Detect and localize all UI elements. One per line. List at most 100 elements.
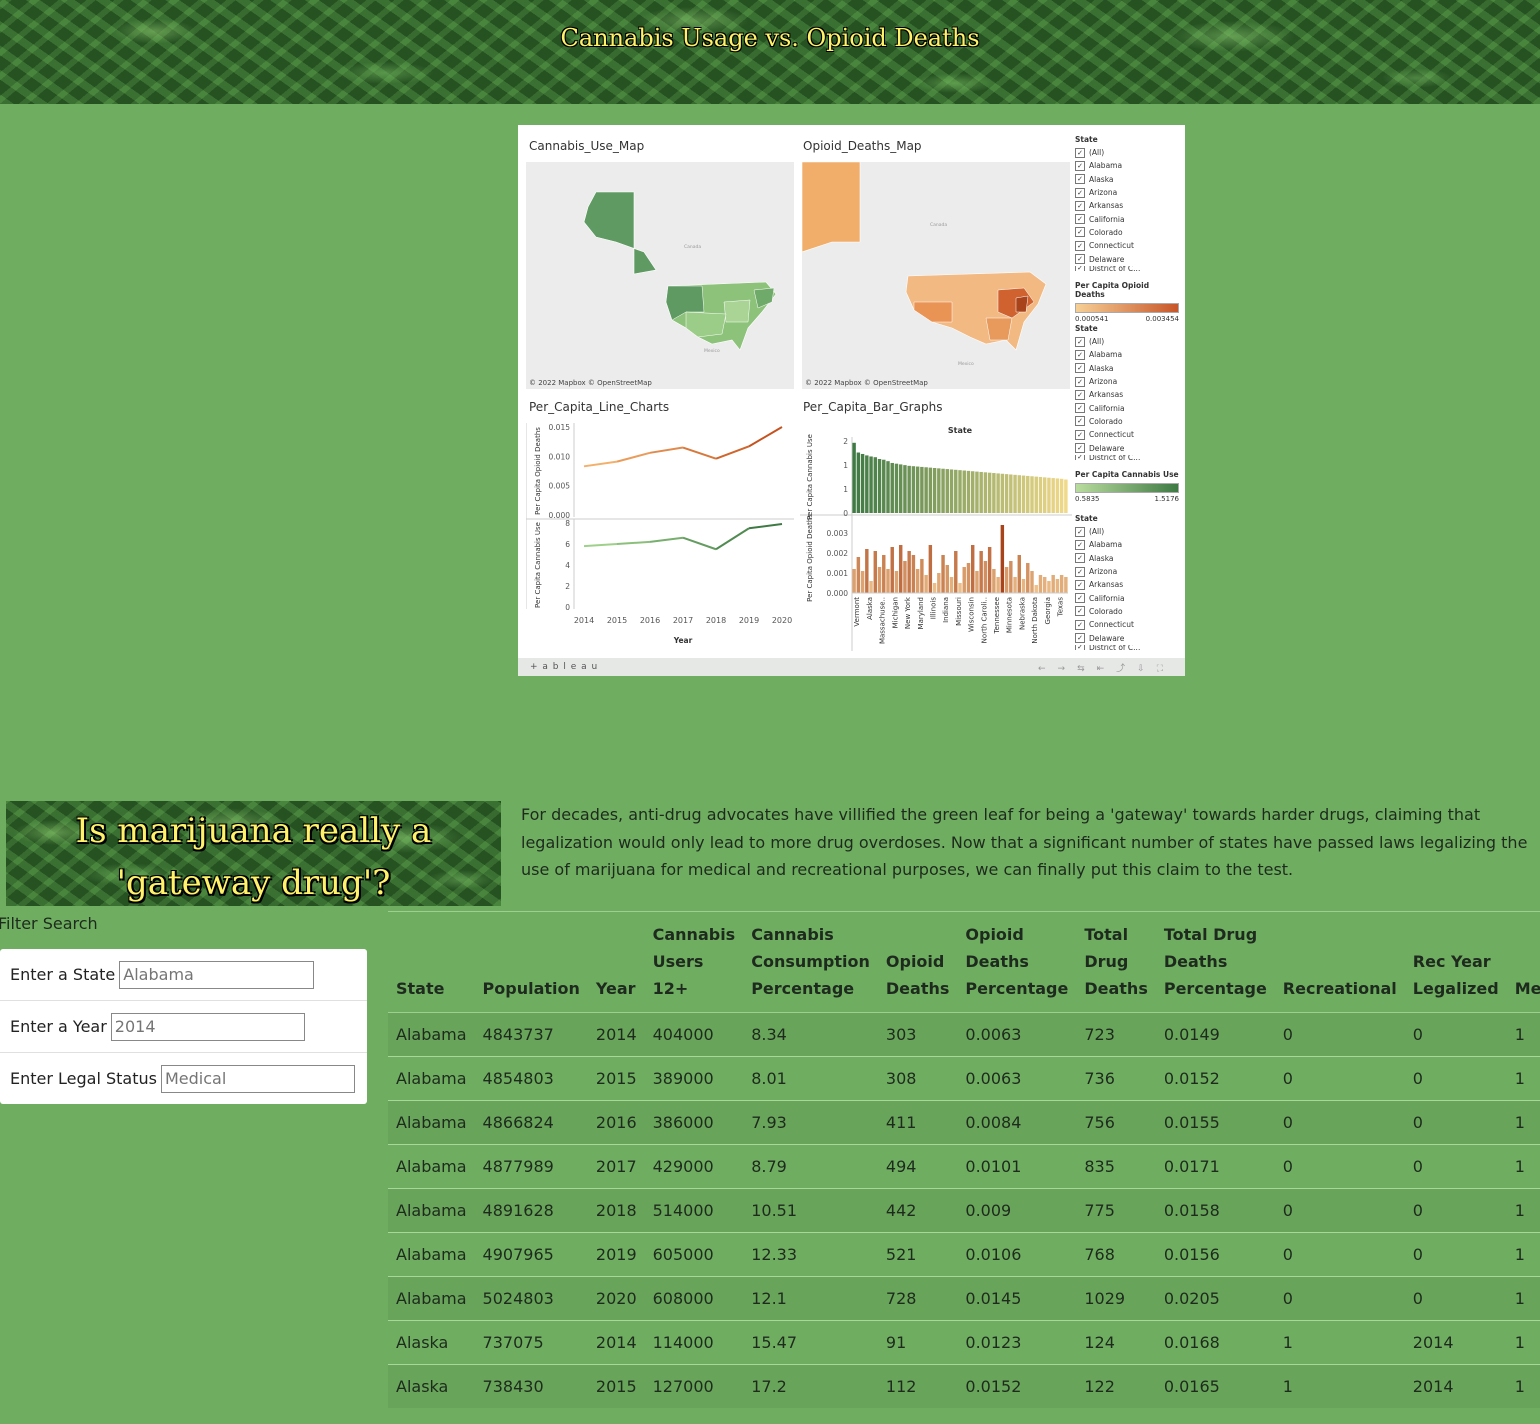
checkbox-icon[interactable]: ✓ (1075, 539, 1085, 550)
state-filter-options[interactable]: ✓ (All) ✓ Alabama ✓ Alaska ✓ Arizona ✓ Arkansas ✓ C… (1075, 335, 1179, 460)
column-header[interactable]: Total Drug Deaths Percentage (1155, 911, 1275, 1013)
state-filter-option[interactable]: ✓ District of C... (1075, 644, 1179, 650)
state-filter-option[interactable]: ✓ Colorado (1075, 415, 1179, 428)
state-filter-option[interactable]: ✓ Alaska (1075, 362, 1179, 375)
opioid-deaths-map[interactable]: Canada Mexico © 2022 Mapbox © OpenStreet… (802, 162, 1070, 389)
checkbox-icon[interactable]: ✓ (1075, 416, 1085, 427)
state-filter-option[interactable]: ✓ Delaware (1075, 252, 1179, 265)
tableau-dashboard[interactable]: Cannabis_Use_Map Opioid_Deaths_Map Canad… (518, 125, 1185, 676)
state-filter-option[interactable]: ✓ California (1075, 401, 1179, 414)
table-cell: Alabama (388, 1012, 475, 1057)
per-capita-line-charts[interactable]: 0.0000.0050.0100.015Per Capita Opioid De… (526, 421, 796, 651)
column-header[interactable]: State (388, 911, 475, 1013)
checkbox-icon[interactable]: ✓ (1075, 526, 1085, 537)
state-filter-2[interactable]: State ✓ (All) ✓ Alabama ✓ Alaska ✓ Arizona ✓ Arka… (1075, 324, 1179, 503)
checkbox-icon[interactable]: ✓ (1075, 349, 1085, 360)
state-filter-option[interactable]: ✓ (All) (1075, 525, 1179, 538)
state-filter-option[interactable]: ✓ Delaware (1075, 631, 1179, 644)
per-capita-bar-graphs[interactable]: State 0 1 1 2 Per Capita Cannabis Use 0.000 0.0… (800, 421, 1072, 653)
data-table-container[interactable]: State Population Year Cannabis Users 12+ Canna… (388, 911, 1540, 1424)
state-filter-option[interactable]: ✓ Colorado (1075, 605, 1179, 618)
state-filter-option[interactable]: ✓ (All) (1075, 335, 1179, 348)
checkbox-icon[interactable]: ✓ (1075, 160, 1085, 171)
table-row[interactable]: Alabama 4866824 2016 386000 7.93 411 0.0084 756… (388, 1100, 1540, 1145)
checkbox-icon[interactable]: ✓ (1075, 336, 1085, 347)
column-header[interactable]: Total Drug Deaths (1076, 911, 1156, 1013)
cannabis-use-map[interactable]: Canada Mexico © 2022 Mapbox © OpenStreet… (526, 162, 794, 389)
state-filter-option[interactable]: ✓ Arkansas (1075, 578, 1179, 591)
state-filter-option[interactable]: ✓ Alaska (1075, 173, 1179, 186)
state-filter-option[interactable]: ✓ California (1075, 591, 1179, 604)
state-filter-option[interactable]: ✓ Alabama (1075, 538, 1179, 551)
checkbox-icon[interactable]: ✓ (1075, 227, 1085, 238)
checkbox-icon[interactable]: ✓ (1075, 376, 1085, 387)
state-filter-option[interactable]: ✓ Delaware (1075, 441, 1179, 454)
checkbox-icon[interactable]: ✓ (1075, 265, 1085, 271)
table-row[interactable]: Alabama 4877989 2017 429000 8.79 494 0.0101 835… (388, 1144, 1540, 1189)
year-input[interactable] (110, 1012, 305, 1041)
checkbox-icon[interactable]: ✓ (1075, 363, 1085, 374)
state-filter-option[interactable]: ✓ Arizona (1075, 186, 1179, 199)
state-filter-option[interactable]: ✓ Connecticut (1075, 239, 1179, 252)
checkbox-icon[interactable]: ✓ (1075, 254, 1085, 265)
legal-status-input[interactable] (160, 1064, 355, 1093)
checkbox-icon[interactable]: ✓ (1075, 200, 1085, 211)
table-row[interactable]: Alabama 5024803 2020 608000 12.1 728 0.0145 102… (388, 1276, 1540, 1321)
state-filter-1[interactable]: State ✓ (All) ✓ Alabama ✓ Alaska ✓ Arizona ✓ Arka… (1075, 135, 1179, 323)
checkbox-icon[interactable]: ✓ (1075, 214, 1085, 225)
column-header[interactable]: Population (474, 911, 588, 1013)
checkbox-icon[interactable]: ✓ (1075, 606, 1085, 617)
state-filter-option[interactable]: ✓ California (1075, 212, 1179, 225)
state-filter-option[interactable]: ✓ Connecticut (1075, 618, 1179, 631)
checkbox-icon[interactable]: ✓ (1075, 403, 1085, 414)
state-filter-options[interactable]: ✓ (All) ✓ Alabama ✓ Alaska ✓ Arizona ✓ Arkansas ✓ C… (1075, 146, 1179, 271)
column-header[interactable]: Opioid Deaths Percentage (957, 911, 1077, 1013)
checkbox-icon[interactable]: ✓ (1075, 454, 1085, 460)
table-cell: 4843737 (474, 1012, 588, 1057)
state-filter-option[interactable]: ✓ Arkansas (1075, 388, 1179, 401)
column-header[interactable]: Opioid Deaths (877, 911, 958, 1013)
toolbar-icons[interactable]: ←→⇆⇤⤴⇩⛶ (1038, 661, 1175, 674)
table-row[interactable]: Alaska 737075 2014 114000 15.47 91 0.0123 124 0.… (388, 1320, 1540, 1365)
column-header[interactable]: Rec Year Legalized (1404, 911, 1507, 1013)
checkbox-icon[interactable]: ✓ (1075, 593, 1085, 604)
state-filter-option[interactable]: ✓ District of C... (1075, 454, 1179, 460)
column-header[interactable]: Recreational (1274, 911, 1405, 1013)
table-row[interactable]: Alabama 4843737 2014 404000 8.34 303 0.0063 723… (388, 1012, 1540, 1057)
checkbox-icon[interactable]: ✓ (1075, 187, 1085, 198)
state-filter-option[interactable]: ✓ Alaska (1075, 552, 1179, 565)
state-input[interactable] (119, 960, 315, 989)
column-header[interactable]: Year (587, 911, 645, 1013)
checkbox-icon[interactable]: ✓ (1075, 579, 1085, 590)
state-filter-option[interactable]: ✓ Connecticut (1075, 428, 1179, 441)
state-filter-option[interactable]: ✓ (All) (1075, 146, 1179, 159)
state-filter-option[interactable]: ✓ Arizona (1075, 565, 1179, 578)
state-filter-option[interactable]: ✓ Alabama (1075, 348, 1179, 361)
state-filter-option[interactable]: ✓ Colorado (1075, 226, 1179, 239)
column-header[interactable]: Cannabis Consumption Percentage (743, 911, 878, 1013)
checkbox-icon[interactable]: ✓ (1075, 619, 1085, 630)
checkbox-icon[interactable]: ✓ (1075, 566, 1085, 577)
checkbox-icon[interactable]: ✓ (1075, 174, 1085, 185)
checkbox-icon[interactable]: ✓ (1075, 443, 1085, 454)
column-header[interactable]: Me (1506, 911, 1540, 1013)
state-filter-option[interactable]: ✓ District of C... (1075, 265, 1179, 271)
checkbox-icon[interactable]: ✓ (1075, 633, 1085, 644)
state-filter-option[interactable]: ✓ Alabama (1075, 159, 1179, 172)
state-filter-option[interactable]: ✓ Arkansas (1075, 199, 1179, 212)
state-filter-3[interactable]: State ✓ (All) ✓ Alabama ✓ Alaska ✓ Arizona ✓ Arka… (1075, 514, 1179, 650)
table-row[interactable]: Alaska 738430 2015 127000 17.2 112 0.0152 122 0.… (388, 1364, 1540, 1408)
checkbox-icon[interactable]: ✓ (1075, 429, 1085, 440)
table-row[interactable]: Alabama 4891628 2018 514000 10.51 442 0.009 775… (388, 1188, 1540, 1233)
state-filter-option[interactable]: ✓ Arizona (1075, 375, 1179, 388)
table-row[interactable]: Alabama 4854803 2015 389000 8.01 308 0.0063 736… (388, 1056, 1540, 1101)
checkbox-icon[interactable]: ✓ (1075, 644, 1085, 650)
checkbox-icon[interactable]: ✓ (1075, 389, 1085, 400)
checkbox-icon[interactable]: ✓ (1075, 553, 1085, 564)
checkbox-icon[interactable]: ✓ (1075, 240, 1085, 251)
state-filter-options[interactable]: ✓ (All) ✓ Alabama ✓ Alaska ✓ Arizona ✓ Arkansas ✓ C… (1075, 525, 1179, 650)
column-header[interactable]: Cannabis Users 12+ (644, 911, 744, 1013)
checkbox-icon[interactable]: ✓ (1075, 147, 1085, 158)
table-row[interactable]: Alabama 4907965 2019 605000 12.33 521 0.0106 76… (388, 1232, 1540, 1277)
tableau-toolbar[interactable]: + a b l e a u ←→⇆⇤⤴⇩⛶ (518, 658, 1185, 676)
